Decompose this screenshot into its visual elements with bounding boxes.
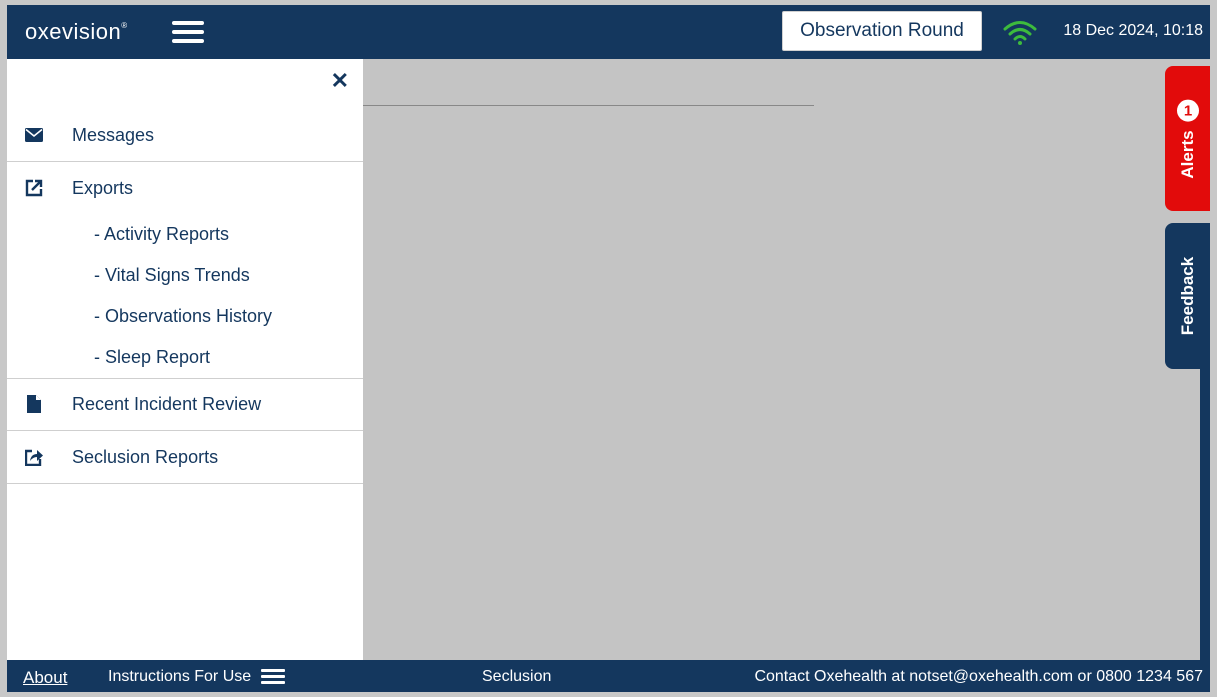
submenu-observations-history[interactable]: - Observations History: [7, 296, 363, 337]
menu-item-label: Exports: [72, 177, 134, 198]
alerts-tab[interactable]: Alerts 1: [1165, 66, 1210, 211]
menu-item-seclusion-reports[interactable]: Seclusion Reports: [7, 431, 363, 484]
app-frame: oxevision® Observation Round 18 Dec 2024…: [7, 5, 1210, 692]
submenu-activity-reports[interactable]: - Activity Reports: [7, 214, 363, 255]
about-link[interactable]: About: [23, 668, 67, 688]
submenu-vital-signs-trends[interactable]: - Vital Signs Trends: [7, 255, 363, 296]
content-divider: [363, 105, 814, 106]
menu-item-label: Recent Incident Review: [72, 393, 262, 414]
submenu-sleep-report[interactable]: - Sleep Report: [7, 337, 363, 378]
menu-item-recent-incident-review[interactable]: Recent Incident Review: [7, 378, 363, 431]
side-menu-panel: ✕ Messages Exports - Activity Reports - …: [7, 59, 363, 660]
external-link-icon: [24, 178, 44, 198]
top-bar: oxevision® Observation Round 18 Dec 2024…: [7, 5, 1210, 59]
current-mode-label: Seclusion: [482, 668, 552, 685]
instructions-label: Instructions For Use: [108, 668, 252, 685]
share-icon: [24, 447, 44, 467]
oxevision-logo: oxevision®: [25, 19, 128, 45]
right-edge-strip: [1200, 369, 1210, 660]
menu-icon: [261, 669, 286, 685]
menu-item-exports: Exports - Activity Reports - Vital Signs…: [7, 162, 363, 379]
footer-bar: About Instructions For Use Seclusion Con…: [7, 660, 1210, 692]
main-menu-hamburger-icon[interactable]: [172, 21, 204, 43]
menu-item-label: Seclusion Reports: [72, 446, 219, 467]
exports-header[interactable]: Exports: [7, 162, 363, 214]
wifi-icon: [1003, 21, 1037, 45]
alerts-count-badge: 1: [1176, 98, 1199, 121]
close-menu-button[interactable]: ✕: [331, 70, 349, 92]
alerts-label: Alerts: [1177, 129, 1197, 179]
logo-text: oxevision: [25, 19, 122, 44]
file-icon: [24, 394, 44, 414]
feedback-label: Feedback: [1177, 256, 1197, 336]
envelope-icon: [24, 125, 44, 145]
contact-info: Contact Oxehealth at notset@oxehealth.co…: [754, 668, 1203, 685]
current-datetime: 18 Dec 2024, 10:18: [1063, 22, 1203, 39]
menu-item-label: Messages: [72, 124, 155, 145]
logo-registered-mark: ®: [121, 21, 128, 30]
menu-item-messages[interactable]: Messages: [7, 109, 363, 162]
observation-round-button[interactable]: Observation Round: [782, 11, 982, 51]
feedback-tab[interactable]: Feedback: [1165, 223, 1210, 369]
instructions-for-use-button[interactable]: Instructions For Use: [108, 668, 286, 686]
